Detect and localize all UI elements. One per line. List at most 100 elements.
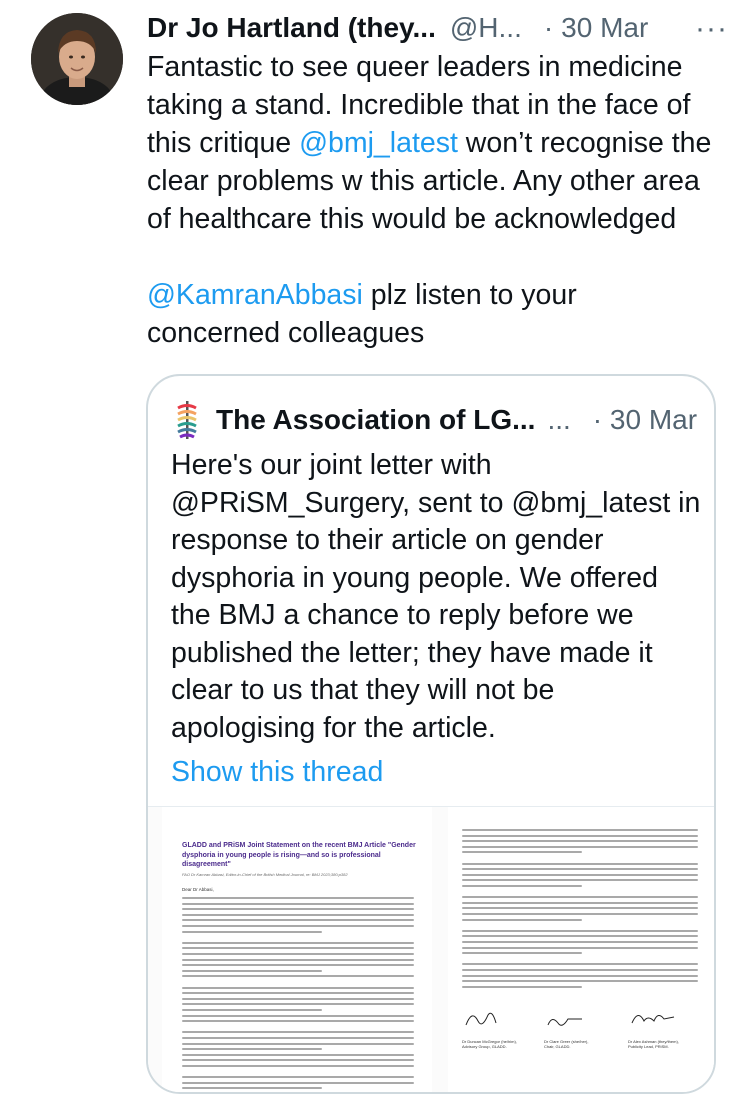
tweet-text-line: this critique @bmj_latest won’t recognis… <box>147 124 732 162</box>
letter-text-line <box>462 901 698 904</box>
letter-text-line <box>462 829 698 831</box>
letter-text-line <box>182 919 414 922</box>
avatar-photo-icon <box>31 13 123 105</box>
attached-letter-image[interactable]: GLADD and PRiSM Joint Statement on the r… <box>148 806 714 1092</box>
header-separator: · <box>543 12 554 43</box>
letter-text-line <box>182 925 414 927</box>
tweet-text-line: Fantastic to see queer leaders in medici… <box>147 48 732 86</box>
letter-text-line <box>182 908 414 911</box>
tweet-date[interactable]: 30 Mar <box>561 12 648 44</box>
letter-text-line <box>182 1087 322 1090</box>
author-handle[interactable]: @H... <box>450 12 522 44</box>
letter-text-line <box>462 907 698 910</box>
letter-page-1: GLADD and PRiSM Joint Statement on the r… <box>162 807 432 1092</box>
quoted-tweet-date[interactable]: · 30 Mar <box>593 404 697 436</box>
letter-text-line <box>182 1042 414 1045</box>
letter-text-line <box>462 941 698 943</box>
text-segment: won’t recognise the <box>457 127 712 159</box>
letter-text-line <box>182 1048 322 1051</box>
signature-mark-1 <box>465 1012 497 1026</box>
letter-text-line <box>182 969 322 972</box>
text-segment: clear problems w this article. Any other… <box>147 165 700 197</box>
letter-text-line <box>182 1037 414 1039</box>
letter-text-line <box>182 941 414 944</box>
show-thread-link[interactable]: Show this thread <box>171 756 383 789</box>
signatory-1: Dr Duncan McGregor (he/him), Advisory Gr… <box>462 1039 517 1049</box>
letter-text-line <box>462 963 698 966</box>
letter-text-line <box>182 1053 414 1056</box>
quoted-tweet-card[interactable]: The Association of LG... ... · 30 Mar He… <box>146 374 716 1094</box>
text-segment: of healthcare this would be acknowledged <box>147 203 677 235</box>
more-options-button[interactable]: ··· <box>695 12 728 46</box>
letter-page-2: Dr Duncan McGregor (he/him), Advisory Gr… <box>448 807 714 1092</box>
letter-text-line <box>182 958 414 961</box>
letter-text-line <box>462 985 582 988</box>
letter-text-line <box>462 929 698 932</box>
letter-text-line <box>182 1065 414 1067</box>
letter-title: GLADD and PRiSM Joint Statement on the r… <box>182 842 416 868</box>
letter-text-line <box>462 969 698 971</box>
letter-text-line <box>462 851 582 854</box>
letter-text-line <box>182 1081 414 1084</box>
tweet-text: Fantastic to see queer leaders in medici… <box>147 48 732 352</box>
letter-text-line <box>182 964 414 967</box>
letter-text-line <box>182 947 414 950</box>
quoted-tweet-text: Here's our joint letter with @PRiSM_Surg… <box>171 449 701 744</box>
quoted-author-name[interactable]: The Association of LG... <box>216 404 535 436</box>
letter-text-line <box>182 992 414 995</box>
letter-text-line <box>462 834 698 837</box>
text-segment: taking a stand. Incredible that in the f… <box>147 89 691 121</box>
letter-text-line <box>182 1076 414 1079</box>
letter-text-line <box>182 913 414 916</box>
letter-text-line <box>462 946 698 949</box>
rainbow-staff-logo-icon <box>177 401 197 439</box>
letter-text-line <box>462 845 698 848</box>
letter-text-line <box>182 1014 414 1017</box>
more-horizontal-icon: ··· <box>695 12 728 45</box>
letter-text-line <box>182 1009 322 1011</box>
tweet-text-line: clear problems w this article. Any other… <box>147 162 732 200</box>
text-segment: plz listen to your <box>362 279 577 311</box>
text-segment: this critique <box>147 127 300 159</box>
signature-mark-3 <box>631 1015 675 1024</box>
letter-text-line <box>182 986 414 989</box>
letter-text-line <box>462 868 698 871</box>
signatory-3: Dr Alex Ashman (they/them), Publicity Le… <box>628 1039 679 1049</box>
letter-subtitle: FAO Dr Kamran Abbasi, Editor-in-Chief of… <box>182 872 348 877</box>
text-segment: Fantastic to see queer leaders in medici… <box>147 51 683 83</box>
letter-text-line <box>182 1020 414 1023</box>
text-segment: concerned colleagues <box>147 317 425 349</box>
letter-text-line <box>182 930 322 933</box>
letter-greeting: Dear Dr Abbasi, <box>182 887 214 892</box>
letter-text-line <box>182 1031 414 1034</box>
signatory-2: Dr Clare Greer (she/her), Chair, GLADD. <box>544 1039 589 1049</box>
author-name[interactable]: Dr Jo Hartland (they... <box>147 12 436 44</box>
letter-text-line <box>462 913 698 915</box>
author-avatar[interactable] <box>31 13 123 105</box>
tweet-text-line: @KamranAbbasi plz listen to your <box>147 276 732 314</box>
letter-text-line <box>462 885 582 887</box>
letter-text-line <box>182 953 414 955</box>
letter-text-line <box>182 902 414 905</box>
tweet-header: Dr Jo Hartland (they... @H... · 30 Mar <box>147 10 730 46</box>
letter-text-line <box>182 897 414 899</box>
letter-text-line <box>182 975 414 978</box>
quoted-author-ellipsis: ... <box>547 404 571 435</box>
mention-link[interactable]: @KamranAbbasi <box>147 279 363 311</box>
letter-text-line <box>462 840 698 843</box>
letter-text-line <box>462 980 698 983</box>
tweet-text-line: of healthcare this would be acknowledged <box>147 200 732 238</box>
letter-text-line <box>462 879 698 882</box>
letter-text-line <box>182 997 414 1000</box>
mention-link[interactable]: @bmj_latest <box>299 127 458 159</box>
tweet-text-line: concerned colleagues <box>147 314 732 352</box>
letter-text-line <box>462 935 698 938</box>
signature-mark-2 <box>547 1018 582 1026</box>
tweet-text-line: taking a stand. Incredible that in the f… <box>147 86 732 124</box>
letter-text-line <box>462 873 698 876</box>
letter-text-line <box>462 918 582 921</box>
letter-text-line <box>462 862 698 865</box>
letter-text-line <box>182 1059 414 1062</box>
quoted-tweet-header: The Association of LG... ... · 30 Mar <box>174 398 697 442</box>
letter-text-line <box>462 896 698 899</box>
